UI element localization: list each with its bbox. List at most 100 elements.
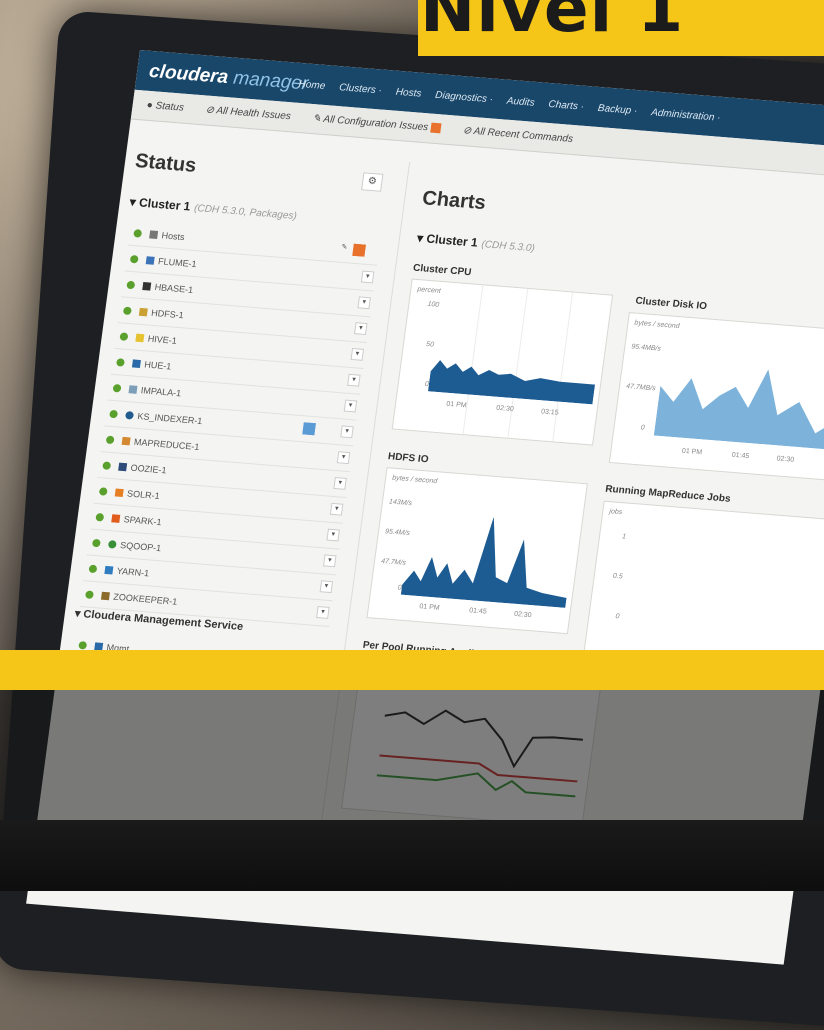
chevron-down-icon[interactable]: ▾ — [350, 347, 365, 361]
health-good-icon — [119, 331, 129, 341]
impala-icon — [128, 384, 138, 394]
health-good-icon — [105, 435, 115, 444]
mr-chart[interactable]: jobs 1 0.5 0 — [583, 500, 824, 671]
cluster-note: (CDH 5.3.0, Packages) — [193, 202, 298, 223]
disk-chart[interactable]: bytes / second 95.4MB/s 47.7MB/s 0 01 PM… — [608, 312, 824, 483]
chevron-down-icon[interactable]: ▾ — [326, 528, 340, 542]
nav-home[interactable]: Home — [298, 79, 326, 92]
tick-label: 01:45 — [468, 607, 488, 616]
chevron-down-icon[interactable]: ▾ — [343, 399, 358, 413]
mr-ymin: 0 — [615, 612, 620, 621]
service-label: SPARK-1 — [123, 513, 163, 527]
disk-y2: 47.7MB/s — [625, 383, 656, 393]
service-label: ZOOKEEPER-1 — [112, 591, 178, 607]
chevron-down-icon[interactable]: ▾ — [360, 270, 375, 284]
health-good-icon — [98, 486, 108, 496]
hdfs-icon — [138, 307, 148, 316]
charts-title: Charts — [421, 187, 488, 215]
logo-main: cloudera — [147, 60, 230, 89]
hdfs-y3: 47.7M/s — [380, 558, 407, 567]
hive-icon — [135, 333, 145, 342]
hdfs-y2: 95.4M/s — [384, 528, 411, 538]
health-good-icon — [122, 306, 132, 315]
chevron-down-icon[interactable]: ▾ — [336, 451, 351, 465]
tab-configuration-issues[interactable]: ✎ All Configuration Issues — [312, 113, 442, 134]
hdfs-area — [400, 516, 567, 608]
cluster-note: (CDH 5.3.0) — [480, 239, 536, 255]
tab-recent-commands[interactable]: ⊘ All Recent Commands — [462, 125, 573, 145]
hue-icon — [131, 358, 142, 368]
disk-chart-title: Cluster Disk IO — [634, 295, 708, 313]
mr-y2: 0.5 — [612, 572, 623, 581]
status-cluster-heading[interactable]: ▾ Cluster 1 (CDH 5.3.0, Packages) — [129, 195, 298, 222]
action-badge-icon[interactable] — [302, 422, 316, 436]
hdfs-y1: 143M/s — [388, 498, 413, 508]
health-good-icon — [133, 228, 143, 238]
chevron-down-icon[interactable]: ▾ — [322, 554, 337, 568]
nav-administration[interactable]: Administration · — [650, 107, 721, 123]
mapreduce-icon — [121, 436, 131, 445]
service-label: HUE-1 — [143, 358, 173, 371]
ks-indexer-icon — [125, 410, 135, 420]
service-label: KS_INDEXER-1 — [136, 410, 204, 426]
nav-diagnostics[interactable]: Diagnostics · — [435, 90, 494, 106]
hdfs-chart[interactable]: bytes / second 143M/s 95.4M/s 47.7M/s 0 … — [366, 467, 588, 635]
cpu-chart[interactable]: percent 100 50 0 01 PM 02:30 03:15 — [391, 278, 614, 446]
cpu-ymax: 100 — [426, 300, 440, 309]
mr-unit: jobs — [608, 508, 623, 517]
disk-ymin: 0 — [640, 424, 646, 432]
nav-backup[interactable]: Backup · — [597, 103, 638, 117]
app-logo[interactable]: cloudera manager — [148, 61, 310, 96]
chevron-down-icon[interactable]: ▾ — [357, 296, 371, 310]
spark-icon — [111, 513, 121, 523]
chevron-down-icon[interactable]: ▾ — [319, 580, 334, 594]
tab-health-issues[interactable]: ⊘ All Health Issues — [205, 105, 291, 123]
health-good-icon — [85, 589, 95, 599]
yellow-stripe — [0, 650, 824, 690]
health-good-icon — [78, 640, 88, 650]
cpu-area — [427, 360, 596, 405]
nav-hosts[interactable]: Hosts — [395, 87, 422, 100]
service-label: IMPALA-1 — [140, 384, 182, 398]
nav-clusters[interactable]: Clusters · — [338, 82, 382, 96]
tab-status[interactable]: ● Status — [146, 100, 185, 114]
health-good-icon — [91, 538, 101, 547]
disk-unit: bytes / second — [634, 319, 680, 331]
hosts-icon — [149, 229, 159, 239]
service-label: HIVE-1 — [147, 333, 178, 346]
disk-area — [653, 369, 824, 452]
chevron-down-icon[interactable]: ▾ — [353, 322, 368, 336]
hdfs-unit: bytes / second — [391, 474, 438, 486]
charts-cluster-heading[interactable]: ▾ Cluster 1 (CDH 5.3.0) — [416, 231, 536, 254]
tick-label: 03:15 — [540, 408, 559, 417]
oozie-icon — [118, 462, 128, 471]
mr-y1: 1 — [621, 533, 627, 541]
service-label: SQOOP-1 — [119, 539, 162, 553]
status-gear-button[interactable]: ⚙ — [361, 172, 384, 192]
issue-count-badge — [430, 122, 442, 134]
chevron-down-icon[interactable]: ▾ — [333, 477, 347, 490]
edit-icon[interactable]: ✎ — [339, 243, 350, 254]
status-title: Status — [133, 150, 198, 177]
yarn-icon — [104, 565, 114, 574]
laptop-keyboard — [0, 820, 824, 891]
tick-label: 01 PM — [681, 447, 703, 457]
service-label: FLUME-1 — [157, 255, 198, 269]
config-badge-icon[interactable] — [352, 243, 366, 257]
health-good-icon — [95, 512, 105, 522]
health-good-icon — [102, 460, 112, 470]
nav-audits[interactable]: Audits — [506, 96, 535, 109]
tick-label: 02:30 — [513, 610, 532, 620]
nav-charts[interactable]: Charts · — [548, 99, 585, 113]
chevron-down-icon[interactable]: ▾ — [316, 606, 330, 619]
health-good-icon — [109, 409, 119, 418]
hbase-icon — [142, 281, 152, 291]
health-good-icon — [129, 254, 139, 264]
hdfs-chart-title: HDFS IO — [387, 451, 430, 466]
chevron-down-icon[interactable]: ▾ — [329, 502, 344, 516]
cluster-name: Cluster 1 — [138, 195, 192, 214]
chevron-down-icon[interactable]: ▾ — [340, 425, 354, 439]
chevron-down-icon[interactable]: ▾ — [347, 373, 361, 387]
cluster-name: Cluster 1 — [425, 231, 479, 250]
tick-label: 01 PM — [418, 603, 440, 612]
